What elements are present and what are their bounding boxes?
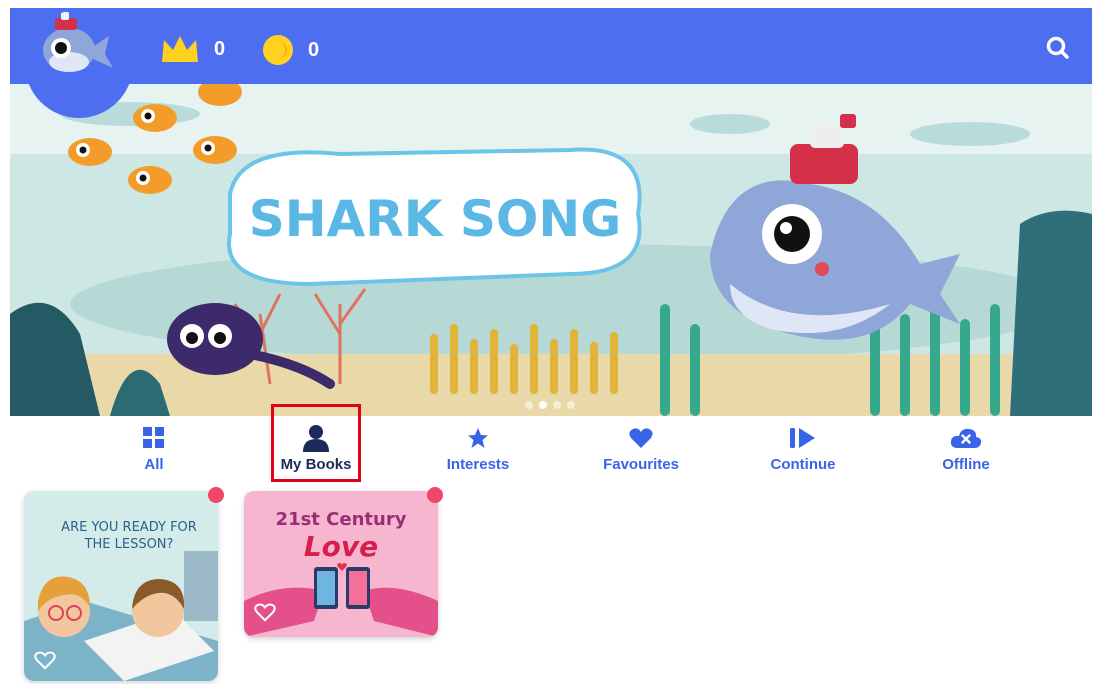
tab-offline-label: Offline (942, 456, 990, 473)
coins-count: 0 (308, 38, 320, 61)
crowns-count: 0 (214, 37, 226, 60)
carousel-dot[interactable] (525, 401, 533, 409)
book-cover-title: 21st Century Love (244, 509, 438, 563)
tab-continue-label: Continue (770, 456, 836, 473)
heart-outline-icon (254, 603, 276, 622)
profile-avatar[interactable] (25, 10, 133, 118)
coins-counter: 0 (262, 34, 319, 66)
featured-banner[interactable]: SHARK SONG (10, 84, 1092, 416)
person-icon (303, 425, 329, 452)
category-tabs: All My Books Interests Favourites Contin… (0, 420, 1103, 480)
heart-icon (629, 426, 653, 450)
favourite-button[interactable] (34, 649, 56, 671)
banner-title: SHARK SONG (249, 190, 622, 248)
new-badge (427, 487, 443, 503)
carousel-dot[interactable] (567, 401, 575, 409)
tab-continue[interactable]: Continue (743, 426, 863, 473)
book-card-21st-century-love[interactable]: 21st Century Love (244, 491, 438, 637)
tab-my-books-label: My Books (280, 456, 352, 473)
tab-my-books[interactable]: My Books (256, 425, 376, 473)
search-button[interactable] (1044, 34, 1072, 62)
banner-illustration: SHARK SONG (10, 84, 1092, 416)
shark-avatar-icon (43, 12, 113, 72)
cloud-off-icon (950, 426, 982, 450)
grid-icon (143, 426, 165, 450)
star-icon (467, 426, 489, 450)
tab-interests-label: Interests (446, 456, 510, 473)
coin-icon (263, 35, 293, 65)
top-bar: 0 0 (10, 8, 1092, 84)
play-icon (790, 426, 816, 450)
crown-icon (162, 36, 198, 62)
tab-offline[interactable]: Offline (906, 426, 1026, 473)
app-root: 0 0 SHARK SONG All My Books Interests Fa… (0, 0, 1103, 684)
book-card-lesson[interactable]: ARE YOU READY FOR THE LESSON? (24, 491, 218, 681)
heart-outline-icon (34, 651, 56, 670)
tab-interests[interactable]: Interests (418, 426, 538, 473)
carousel-dots[interactable] (525, 401, 575, 409)
crowns-counter: 0 (160, 34, 225, 64)
search-icon (1046, 36, 1069, 59)
new-badge (208, 487, 224, 503)
tab-favourites-label: Favourites (603, 456, 679, 473)
carousel-dot-active[interactable] (539, 401, 547, 409)
tab-all-label: All (144, 456, 164, 473)
tab-all[interactable]: All (94, 426, 214, 473)
book-cover-line2: Love (303, 530, 379, 563)
favourite-button[interactable] (254, 601, 276, 623)
carousel-dot[interactable] (553, 401, 561, 409)
book-cover-title: ARE YOU READY FOR THE LESSON? (61, 520, 197, 552)
tab-favourites[interactable]: Favourites (581, 426, 701, 473)
book-cover-line1: 21st Century (275, 509, 407, 530)
